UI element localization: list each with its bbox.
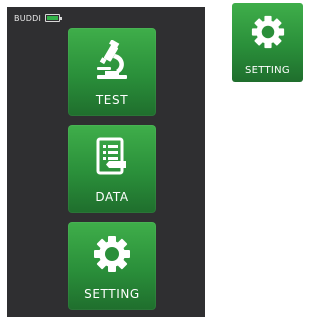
gear-icon	[249, 13, 287, 51]
battery-full-icon	[45, 14, 63, 22]
data-button[interactable]: DATA	[68, 125, 156, 213]
test-button[interactable]: TEST	[68, 28, 156, 116]
setting-button[interactable]: SETTING	[68, 222, 156, 310]
status-bar: BUDDI	[14, 12, 63, 24]
setting-label: SETTING	[84, 287, 140, 301]
setting-preview-label: SETTING	[245, 65, 290, 76]
gear-icon	[92, 232, 132, 276]
test-label: TEST	[95, 93, 129, 107]
microscope-icon	[92, 38, 132, 82]
document-icon	[92, 135, 132, 179]
setting-tile-preview[interactable]: SETTING	[232, 3, 303, 82]
app-screen: BUDDI TEST DATA SETTING	[7, 7, 205, 317]
device-name: BUDDI	[14, 13, 42, 23]
battery-level	[47, 16, 59, 20]
data-label: DATA	[95, 190, 129, 204]
